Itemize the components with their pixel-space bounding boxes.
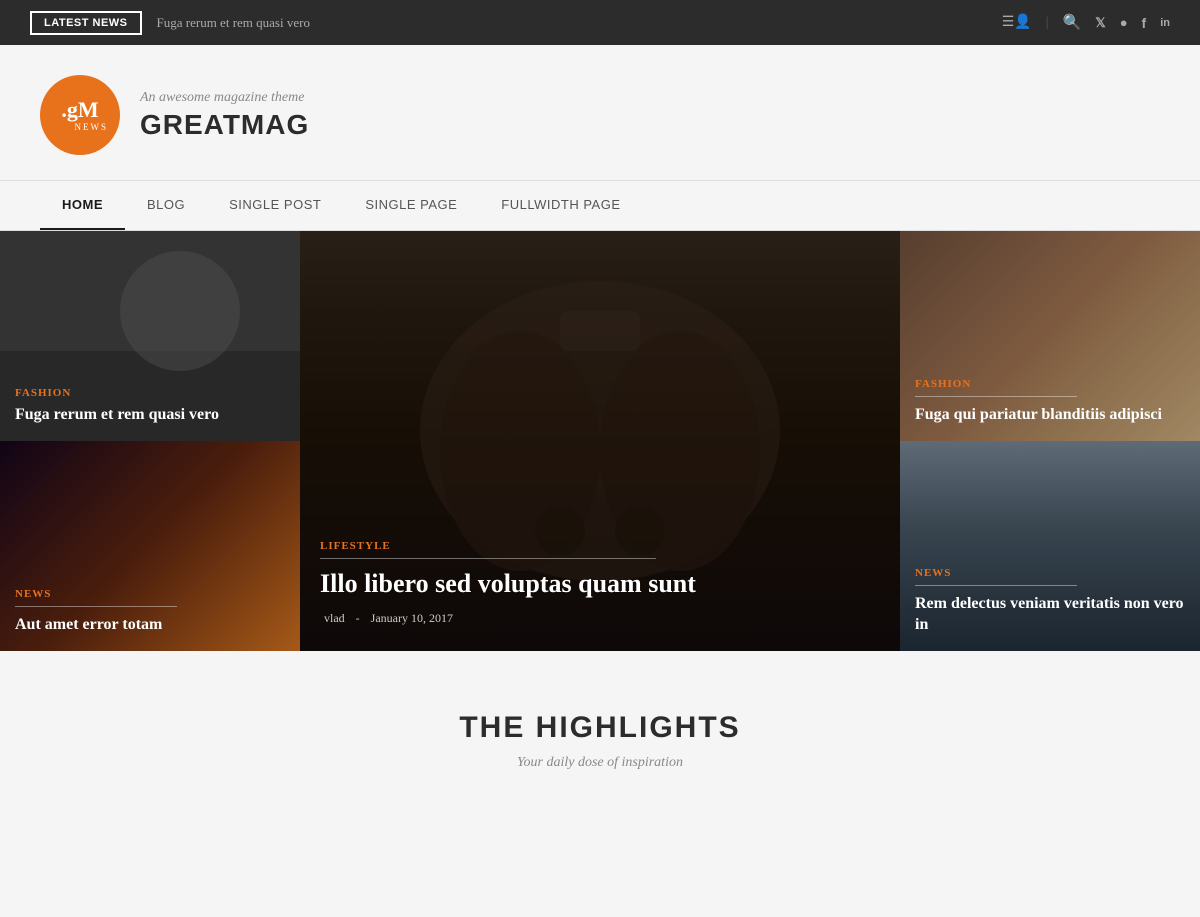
nav-list: HOME BLOG SINGLE POST SINGLE PAGE FULLWI… [40,181,1160,230]
hero-right-bottom-title: Rem delectus veniam veritatis non vero i… [915,594,1185,636]
hero-right-top-category: FASHION [915,378,1185,390]
hero-left-top[interactable]: FASHION Fuga rerum et rem quasi vero [0,231,300,441]
hero-right-bottom-content: NEWS Rem delectus veniam veritatis non v… [900,552,1200,651]
highlights-subtitle: Your daily dose of inspiration [40,755,1160,771]
hero-grid: FASHION Fuga rerum et rem quasi vero LIF… [0,231,1200,651]
nav-link-home[interactable]: HOME [40,181,125,230]
nav-item-blog[interactable]: BLOG [125,181,207,230]
hero-right-top-title: Fuga qui pariatur blanditiis adipisci [915,405,1185,426]
nav-item-single-page[interactable]: SINGLE PAGE [343,181,479,230]
ticker-text: Fuga rerum et rem quasi vero [157,15,310,31]
latest-news-button[interactable]: LATEST NEWS [30,11,142,35]
hero-center-category: LIFESTYLE [320,540,880,552]
hero-left-bottom[interactable]: NEWS Aut amet error totam [0,441,300,651]
nav-item-single-post[interactable]: SINGLE POST [207,181,343,230]
hero-left-bottom-content: NEWS Aut amet error totam [0,573,300,651]
hero-left-top-title: Fuga rerum et rem quasi vero [15,405,285,426]
hero-left-top-category: FASHION [15,387,285,399]
highlights-section: THE HIGHLIGHTS Your daily dose of inspir… [0,651,1200,811]
hero-center-author: vlad [324,611,345,625]
divider: | [1046,15,1049,31]
nav-link-blog[interactable]: BLOG [125,181,207,228]
hero-center-content: LIFESTYLE Illo libero sed voluptas quam … [300,520,900,651]
facebook-icon[interactable]: f [1142,15,1147,31]
hero-center[interactable]: LIFESTYLE Illo libero sed voluptas quam … [300,231,900,651]
hero-left-top-content: FASHION Fuga rerum et rem quasi vero [0,372,300,441]
nav-item-fullwidth[interactable]: FULLWIDTH PAGE [479,181,642,230]
user-icon[interactable]: ☰👤 [1002,14,1032,31]
main-nav: HOME BLOG SINGLE POST SINGLE PAGE FULLWI… [0,180,1200,231]
hero-right-top[interactable]: FASHION Fuga qui pariatur blanditiis adi… [900,231,1200,441]
highlights-title: THE HIGHLIGHTS [40,711,1160,745]
site-name: GREATMAG [140,109,309,141]
topbar: LATEST NEWS Fuga rerum et rem quasi vero… [0,0,1200,45]
hero-left-bottom-title: Aut amet error totam [15,615,285,636]
hero-center-meta: vlad - January 10, 2017 [320,611,880,626]
nav-link-single-page[interactable]: SINGLE PAGE [343,181,479,228]
hero-center-date: January 10, 2017 [371,611,453,625]
hero-right-bottom-category: NEWS [915,567,1185,579]
logo-text: An awesome magazine theme GREATMAG [140,90,309,141]
logo-icon[interactable]: .gM NEWS [40,75,120,155]
linkedin-icon[interactable]: in [1160,17,1170,29]
nav-link-fullwidth[interactable]: FULLWIDTH PAGE [479,181,642,228]
search-icon[interactable]: 🔍 [1063,13,1082,32]
twitter-icon[interactable]: 𝕏 [1095,15,1105,31]
hero-left-bottom-category: NEWS [15,588,285,600]
nav-item-home[interactable]: HOME [40,181,125,230]
topbar-left: LATEST NEWS Fuga rerum et rem quasi vero [30,11,310,35]
hero-center-title: Illo libero sed voluptas quam sunt [320,567,880,601]
hero-center-dash: - [356,611,363,625]
site-header: .gM NEWS An awesome magazine theme GREAT… [0,45,1200,180]
tagline: An awesome magazine theme [140,90,309,106]
topbar-icons: ☰👤 | 🔍 𝕏 ● f in [1002,13,1170,32]
nav-link-single-post[interactable]: SINGLE POST [207,181,343,228]
hero-right-top-content: FASHION Fuga qui pariatur blanditiis adi… [900,363,1200,441]
hero-right-bottom[interactable]: NEWS Rem delectus veniam veritatis non v… [900,441,1200,651]
instagram-icon[interactable]: ● [1120,15,1128,31]
